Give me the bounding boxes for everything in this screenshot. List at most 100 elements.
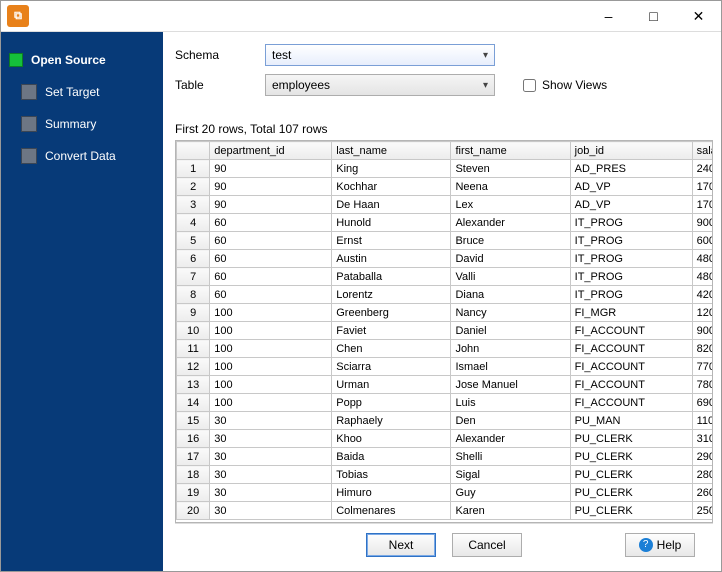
grid-cell[interactable]: King	[332, 160, 451, 178]
grid-cell[interactable]: Alexander	[451, 214, 570, 232]
grid-cell[interactable]: 30	[210, 412, 332, 430]
grid-cell[interactable]: 30	[210, 466, 332, 484]
close-button[interactable]: ✕	[676, 1, 721, 31]
grid-cell[interactable]: 2600	[692, 484, 712, 502]
grid-cell[interactable]: 9000	[692, 214, 712, 232]
grid-cell[interactable]: 4200	[692, 286, 712, 304]
table-row[interactable]: 14100PoppLuisFI_ACCOUNT6900LPOPP108	[177, 394, 713, 412]
rownum-header[interactable]	[177, 142, 210, 160]
grid-cell[interactable]: Tobias	[332, 466, 451, 484]
grid-cell[interactable]: Lex	[451, 196, 570, 214]
grid-cell[interactable]: 24000	[692, 160, 712, 178]
grid-cell[interactable]: Diana	[451, 286, 570, 304]
wizard-step-summary[interactable]: Summary	[1, 110, 163, 138]
table-row[interactable]: 9100GreenbergNancyFI_MGR12000NGREENBE101	[177, 304, 713, 322]
table-row[interactable]: 12100SciarraIsmaelFI_ACCOUNT7700ISCIARRA…	[177, 358, 713, 376]
wizard-step-set-target[interactable]: Set Target	[1, 78, 163, 106]
grid-cell[interactable]: 60	[210, 232, 332, 250]
grid-cell[interactable]: 30	[210, 448, 332, 466]
row-number-cell[interactable]: 15	[177, 412, 210, 430]
row-number-cell[interactable]: 11	[177, 340, 210, 358]
show-views-checkbox[interactable]	[523, 79, 536, 92]
table-row[interactable]: 190KingStevenAD_PRES24000SKINGnull	[177, 160, 713, 178]
grid-cell[interactable]: 9000	[692, 322, 712, 340]
table-select[interactable]: employees ▾	[265, 74, 495, 96]
grid-cell[interactable]: 6000	[692, 232, 712, 250]
grid-cell[interactable]: 11000	[692, 412, 712, 430]
row-number-cell[interactable]: 5	[177, 232, 210, 250]
grid-cell[interactable]: David	[451, 250, 570, 268]
grid-cell[interactable]: 100	[210, 358, 332, 376]
table-row[interactable]: 1730BaidaShelliPU_CLERK2900SBAIDA114	[177, 448, 713, 466]
grid-cell[interactable]: AD_VP	[570, 196, 692, 214]
grid-cell[interactable]: FI_ACCOUNT	[570, 340, 692, 358]
grid-cell[interactable]: Luis	[451, 394, 570, 412]
next-button[interactable]: Next	[366, 533, 436, 557]
grid-cell[interactable]: PU_CLERK	[570, 448, 692, 466]
grid-cell[interactable]: PU_CLERK	[570, 430, 692, 448]
grid-cell[interactable]: PU_MAN	[570, 412, 692, 430]
row-number-cell[interactable]: 3	[177, 196, 210, 214]
wizard-step-convert-data[interactable]: Convert Data	[1, 142, 163, 170]
grid-cell[interactable]: IT_PROG	[570, 286, 692, 304]
grid-cell[interactable]: PU_CLERK	[570, 466, 692, 484]
row-number-cell[interactable]: 20	[177, 502, 210, 520]
grid-cell[interactable]: 100	[210, 322, 332, 340]
col-header-department-id[interactable]: department_id	[210, 142, 332, 160]
grid-cell[interactable]: Khoo	[332, 430, 451, 448]
row-number-cell[interactable]: 1	[177, 160, 210, 178]
grid-cell[interactable]: AD_VP	[570, 178, 692, 196]
grid-cell[interactable]: Nancy	[451, 304, 570, 322]
grid-cell[interactable]: Colmenares	[332, 502, 451, 520]
grid-cell[interactable]: IT_PROG	[570, 214, 692, 232]
grid-cell[interactable]: 8200	[692, 340, 712, 358]
grid-cell[interactable]: 4800	[692, 268, 712, 286]
grid-cell[interactable]: Den	[451, 412, 570, 430]
grid-cell[interactable]: Guy	[451, 484, 570, 502]
table-row[interactable]: 290KochharNeenaAD_VP17000NKOCHHAR100	[177, 178, 713, 196]
grid-cell[interactable]: FI_MGR	[570, 304, 692, 322]
grid-cell[interactable]: 2800	[692, 466, 712, 484]
grid-cell[interactable]: Himuro	[332, 484, 451, 502]
table-row[interactable]: 1630KhooAlexanderPU_CLERK3100AKHOO114	[177, 430, 713, 448]
grid-cell[interactable]: 17000	[692, 178, 712, 196]
grid-cell[interactable]: 30	[210, 502, 332, 520]
cancel-button[interactable]: Cancel	[452, 533, 522, 557]
grid-cell[interactable]: Karen	[451, 502, 570, 520]
grid-cell[interactable]: 17000	[692, 196, 712, 214]
grid-cell[interactable]: De Haan	[332, 196, 451, 214]
grid-cell[interactable]: Alexander	[451, 430, 570, 448]
grid-cell[interactable]: 2900	[692, 448, 712, 466]
grid-cell[interactable]: 60	[210, 214, 332, 232]
grid-cell[interactable]: Jose Manuel	[451, 376, 570, 394]
grid-cell[interactable]: 7800	[692, 376, 712, 394]
grid-cell[interactable]: 30	[210, 484, 332, 502]
grid-cell[interactable]: IT_PROG	[570, 232, 692, 250]
grid-cell[interactable]: Bruce	[451, 232, 570, 250]
grid-cell[interactable]: 90	[210, 160, 332, 178]
row-number-cell[interactable]: 13	[177, 376, 210, 394]
grid-cell[interactable]: PU_CLERK	[570, 484, 692, 502]
table-row[interactable]: 10100FavietDanielFI_ACCOUNT9000DFAVIET10…	[177, 322, 713, 340]
grid-cell[interactable]: Greenberg	[332, 304, 451, 322]
grid-cell[interactable]: 100	[210, 376, 332, 394]
grid-scroll[interactable]: department_id last_name first_name job_i…	[176, 141, 712, 522]
grid-cell[interactable]: Austin	[332, 250, 451, 268]
grid-cell[interactable]: 60	[210, 268, 332, 286]
row-number-cell[interactable]: 8	[177, 286, 210, 304]
table-row[interactable]: 1830TobiasSigalPU_CLERK2800STOBIAS114	[177, 466, 713, 484]
table-row[interactable]: 460HunoldAlexanderIT_PROG9000AHUNOLD102	[177, 214, 713, 232]
grid-cell[interactable]: 100	[210, 340, 332, 358]
grid-cell[interactable]: Urman	[332, 376, 451, 394]
table-row[interactable]: 760PataballaValliIT_PROG4800VPATABAL103	[177, 268, 713, 286]
table-row[interactable]: 860LorentzDianaIT_PROG4200DLORENTZ103	[177, 286, 713, 304]
table-row[interactable]: 560ErnstBruceIT_PROG6000BERNST103	[177, 232, 713, 250]
row-number-cell[interactable]: 12	[177, 358, 210, 376]
row-number-cell[interactable]: 2	[177, 178, 210, 196]
row-number-cell[interactable]: 14	[177, 394, 210, 412]
grid-cell[interactable]: IT_PROG	[570, 268, 692, 286]
grid-cell[interactable]: Ismael	[451, 358, 570, 376]
row-number-cell[interactable]: 4	[177, 214, 210, 232]
row-number-cell[interactable]: 19	[177, 484, 210, 502]
grid-cell[interactable]: 2500	[692, 502, 712, 520]
